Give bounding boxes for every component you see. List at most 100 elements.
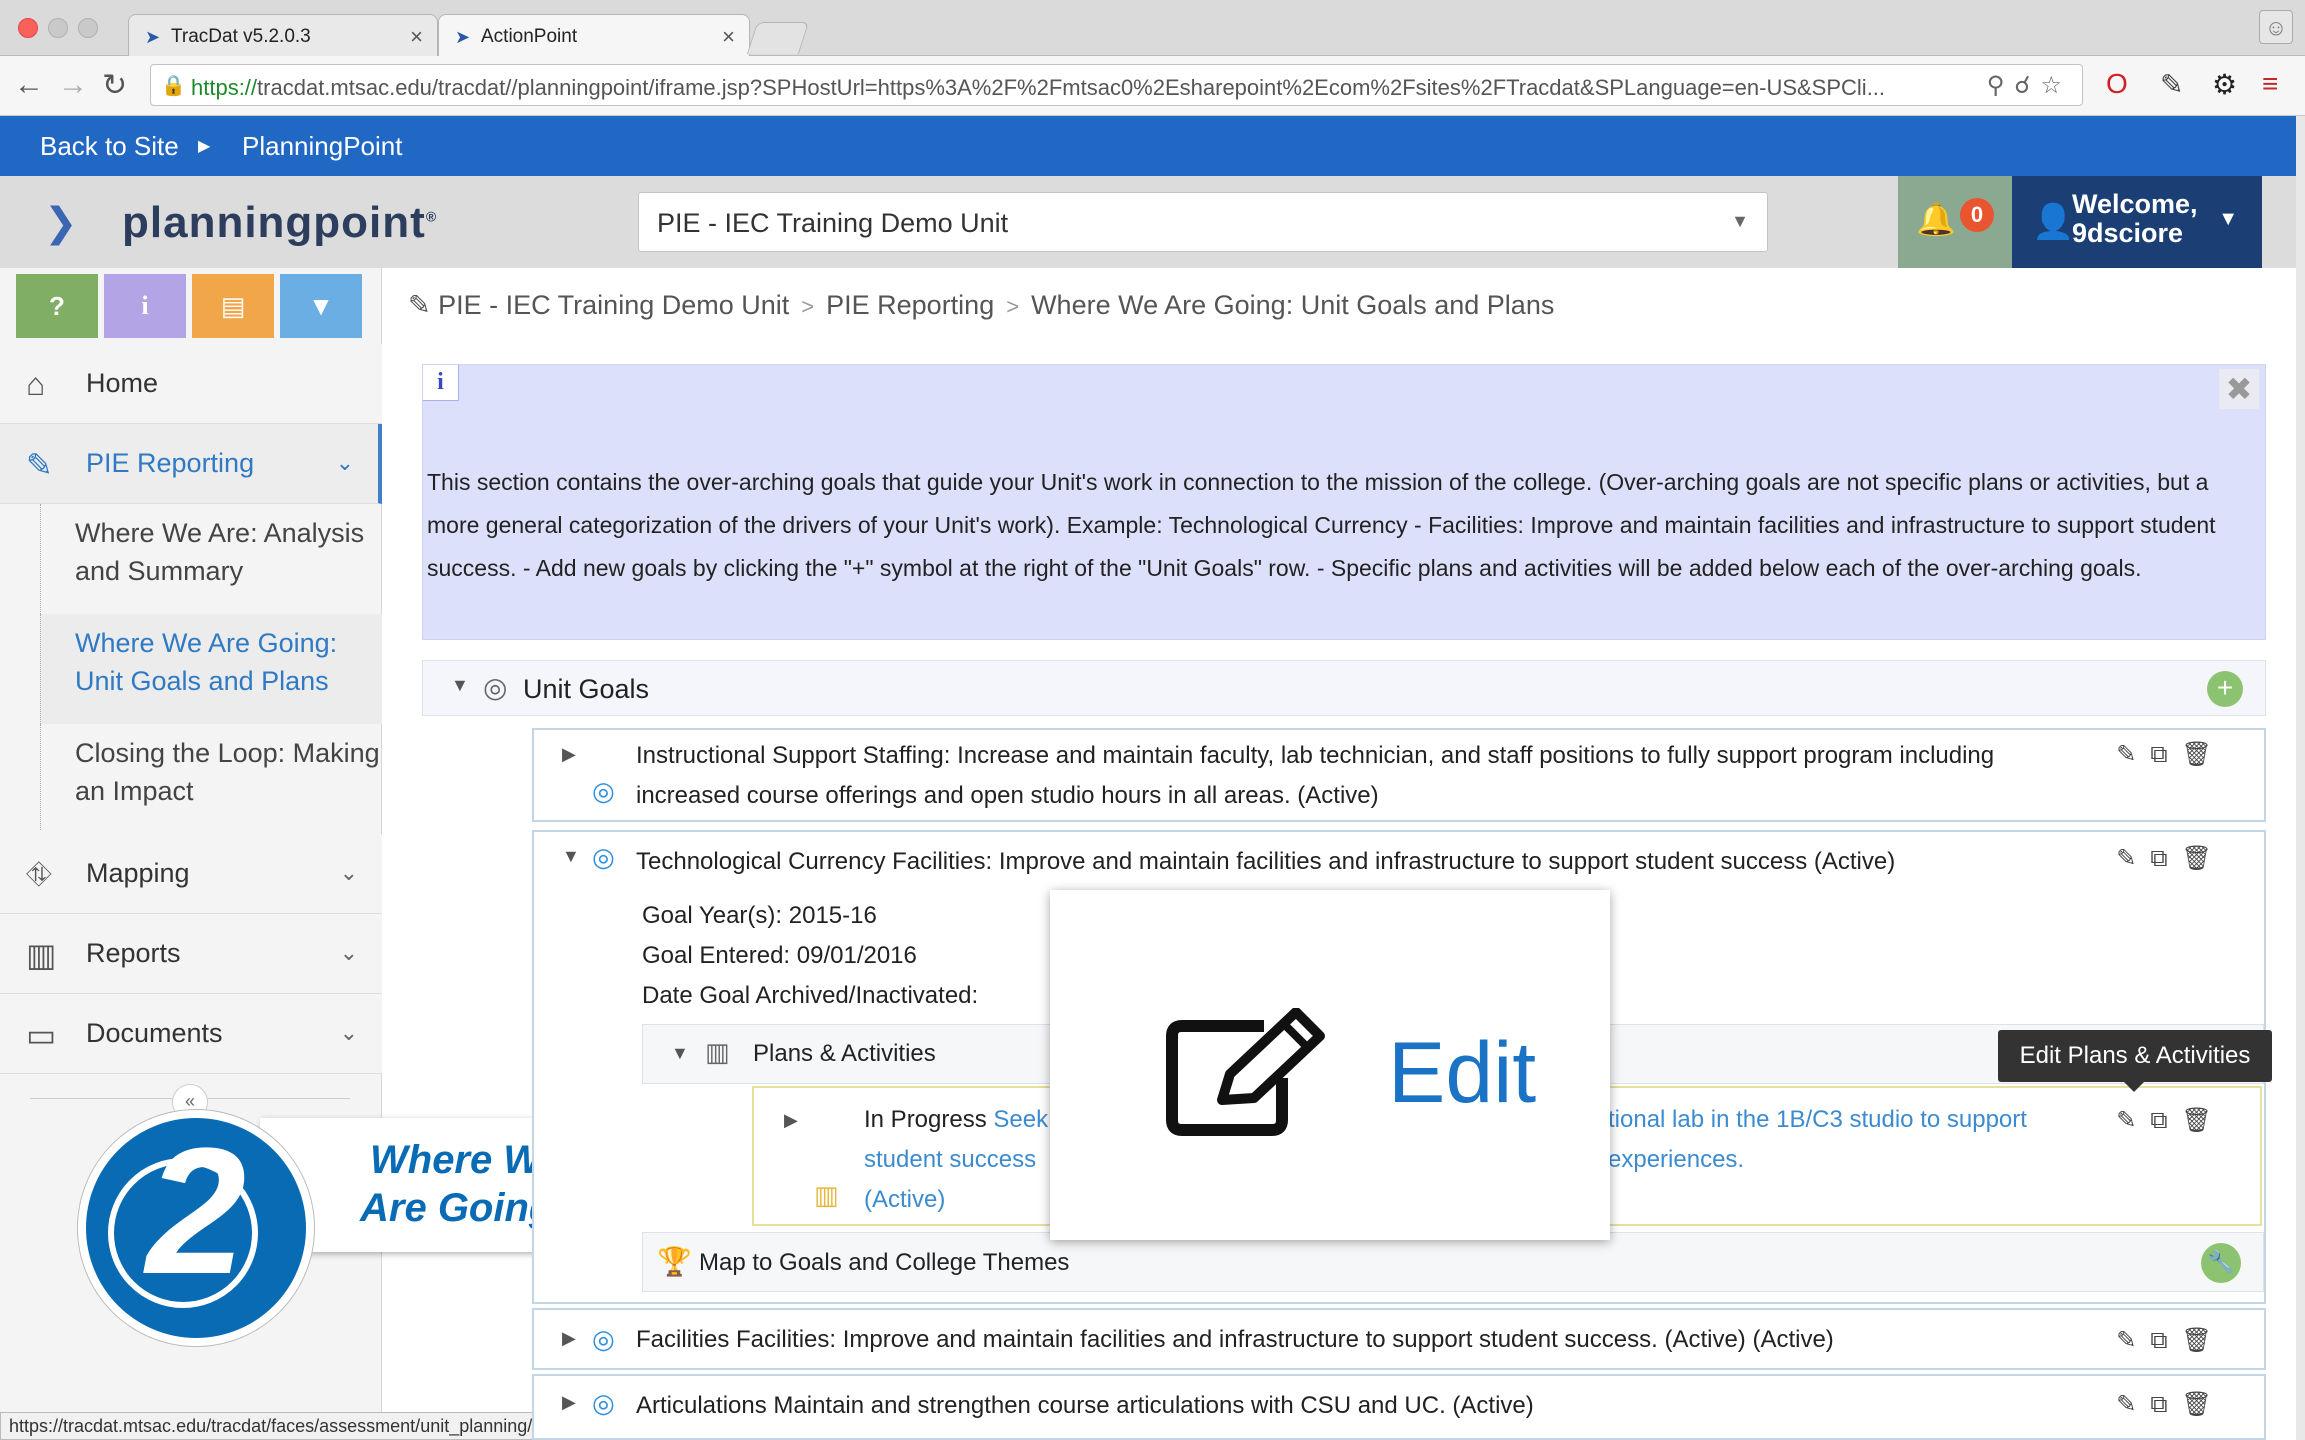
- edit-icon[interactable]: ✎: [2116, 741, 2150, 768]
- url-bar-icons[interactable]: ⚲☌☆: [1987, 71, 2072, 100]
- sidebar-subitem-where-we-are[interactable]: Where We Are: Analysis and Summary: [40, 504, 382, 614]
- sidebar-item-pie-reporting[interactable]: ✎ PIE Reporting ⌄: [0, 424, 382, 504]
- caret-down-icon: ▼: [2218, 208, 2238, 230]
- target-icon: ◎: [592, 842, 615, 872]
- profile-icon[interactable]: ☺: [2259, 10, 2293, 44]
- sidebar-item-label: Documents: [86, 1018, 223, 1048]
- caret-down-icon[interactable]: ▼: [562, 846, 580, 867]
- back-to-site-link[interactable]: Back to Site: [40, 131, 179, 162]
- wrench-icon[interactable]: 🔧: [2201, 1243, 2241, 1283]
- opera-extension-icon[interactable]: O: [2106, 68, 2128, 100]
- notes-button[interactable]: ▤: [192, 274, 274, 338]
- sidebar-item-home[interactable]: ⌂ Home: [0, 344, 382, 424]
- plan-link[interactable]: Seek: [993, 1106, 1048, 1133]
- trash-icon[interactable]: 🗑: [2182, 1327, 2226, 1354]
- info-button[interactable]: i: [104, 274, 186, 338]
- target-icon: ◎: [592, 1388, 615, 1418]
- caret-right-icon[interactable]: ▶: [562, 1392, 576, 1413]
- maximize-window-button[interactable]: [78, 18, 98, 38]
- pencil-icon: ✎: [26, 447, 53, 483]
- trash-icon[interactable]: 🗑: [2182, 845, 2226, 872]
- eyedropper-extension-icon[interactable]: ✎: [2160, 68, 2183, 101]
- badge-number: 2: [146, 1111, 247, 1312]
- caret-right-icon[interactable]: ▶: [562, 1328, 576, 1349]
- sidebar-item-label: Mapping: [86, 858, 190, 888]
- notification-count-badge: 0: [1960, 198, 1994, 232]
- trash-icon[interactable]: 🗑: [2182, 1107, 2226, 1134]
- caret-down-icon[interactable]: ▼: [451, 675, 469, 696]
- edit-icon[interactable]: ✎: [2116, 845, 2150, 872]
- plan-line1: In Progress Seek: [864, 1106, 1049, 1133]
- sidebar-subitem-where-we-are-going[interactable]: Where We Are Going: Unit Goals and Plans: [40, 614, 382, 724]
- breadcrumb-caret-icon: ▶: [198, 138, 211, 155]
- chevron-down-icon: ⌄: [339, 860, 358, 885]
- edit-icon[interactable]: ✎: [2116, 1391, 2150, 1418]
- close-tab-icon[interactable]: ×: [410, 24, 423, 50]
- app-header: ❯ planningpoint® PIE - IEC Training Demo…: [0, 176, 2296, 268]
- forward-arrow-icon[interactable]: →: [58, 68, 88, 102]
- add-goal-button[interactable]: +: [2207, 671, 2243, 707]
- filter-button[interactable]: ▼: [280, 274, 362, 338]
- unit-select[interactable]: PIE - IEC Training Demo Unit ▼: [638, 192, 1768, 252]
- trophy-icon: 🏆: [657, 1246, 692, 1277]
- close-info-button[interactable]: ✖: [2219, 369, 2259, 409]
- sidebar-item-label: Reports: [86, 938, 181, 968]
- plan-status: (Active): [864, 1186, 946, 1213]
- browser-tab-title: ActionPoint: [481, 26, 578, 47]
- chevron-down-icon: ⌄: [339, 940, 358, 965]
- page-scrollbar[interactable]: [2296, 116, 2305, 1440]
- goal-entered: Goal Entered: 09/01/2016: [642, 942, 917, 969]
- browser-tab-actionpoint[interactable]: ➤ ActionPoint ×: [438, 14, 750, 56]
- copy-icon[interactable]: ⧉: [2150, 845, 2181, 872]
- copy-icon[interactable]: ⧉: [2150, 1107, 2181, 1134]
- plans-activities-label: Plans & Activities: [753, 1040, 936, 1067]
- trash-icon[interactable]: 🗑: [2182, 741, 2226, 768]
- actionpoint-favicon-icon: ➤: [455, 27, 471, 47]
- reload-icon[interactable]: ↻: [102, 68, 127, 103]
- browser-tab-tracdat[interactable]: ➤ TracDat v5.2.0.3 ×: [128, 14, 438, 56]
- sidebar-item-documents[interactable]: ▭ Documents ⌄: [0, 994, 382, 1074]
- edit-plans-tooltip: Edit Plans & Activities: [1998, 1030, 2272, 1092]
- breadcrumb-current: Where We Are Going: Unit Goals and Plans: [1031, 290, 1555, 320]
- unit-goals-header[interactable]: ▼ ◎ Unit Goals +: [422, 660, 2266, 716]
- edit-icon[interactable]: ✎: [2116, 1327, 2150, 1354]
- planningpoint-link[interactable]: PlanningPoint: [242, 131, 402, 162]
- info-text: This section contains the over-arching g…: [427, 469, 2216, 581]
- sidebar-item-mapping[interactable]: ⛗ Mapping ⌄: [0, 834, 382, 914]
- new-tab-button[interactable]: [746, 22, 810, 54]
- user-menu[interactable]: 👤 Welcome, 9dsciore ▼: [2012, 176, 2262, 268]
- caret-down-icon[interactable]: ▼: [671, 1043, 689, 1064]
- home-icon: ⌂: [26, 366, 46, 402]
- address-bar[interactable]: 🔒 https://tracdat.mtsac.edu/tracdat//pla…: [150, 64, 2083, 106]
- notifications-button[interactable]: 🔔 0: [1898, 176, 2012, 268]
- sidebar-item-reports[interactable]: ▥ Reports ⌄: [0, 914, 382, 994]
- settings-extension-icon[interactable]: ⚙: [2212, 68, 2237, 101]
- menu-icon[interactable]: ≡: [2262, 68, 2278, 100]
- minimize-window-button[interactable]: [48, 18, 68, 38]
- plan-line1-end[interactable]: tional lab in the 1B/C3 studio to suppor…: [1608, 1106, 2027, 1134]
- lock-icon: 🔒: [161, 75, 186, 97]
- help-button[interactable]: ?: [16, 274, 98, 338]
- copy-icon[interactable]: ⧉: [2150, 1391, 2181, 1418]
- back-arrow-icon[interactable]: ←: [14, 68, 44, 102]
- edit-icon[interactable]: ✎: [2116, 1107, 2150, 1134]
- goal-row: ▶ ◎ Instructional Support Staffing: Incr…: [532, 728, 2266, 822]
- sidebar-item-label: PIE Reporting: [86, 448, 255, 478]
- copy-icon[interactable]: ⧉: [2150, 741, 2181, 768]
- caret-right-icon[interactable]: ▶: [562, 744, 576, 765]
- breadcrumb-pie-reporting[interactable]: PIE Reporting: [826, 290, 994, 320]
- close-tab-icon[interactable]: ×: [722, 24, 735, 50]
- goal-text: Facilities Facilities: Improve and maint…: [636, 1326, 1834, 1353]
- username: 9dsciore: [2072, 218, 2184, 248]
- plan-line2-end[interactable]: experiences.: [1608, 1146, 1744, 1174]
- sidebar-subitem-closing-the-loop[interactable]: Closing the Loop: Making an Impact: [40, 724, 382, 830]
- goal-row: ▶ ◎ Articulations Maintain and strengthe…: [532, 1374, 2266, 1440]
- caret-right-icon[interactable]: ▶: [784, 1110, 798, 1131]
- copy-icon[interactable]: ⧉: [2150, 1327, 2181, 1354]
- trash-icon[interactable]: 🗑: [2182, 1391, 2226, 1418]
- plan-line2[interactable]: student success: [864, 1146, 1036, 1174]
- breadcrumb-unit[interactable]: PIE - IEC Training Demo Unit: [438, 290, 789, 320]
- chevron-down-icon: ⌄: [339, 1020, 358, 1045]
- close-window-button[interactable]: [18, 18, 38, 38]
- map-goals-row[interactable]: 🏆 Map to Goals and College Themes 🔧: [642, 1232, 2264, 1292]
